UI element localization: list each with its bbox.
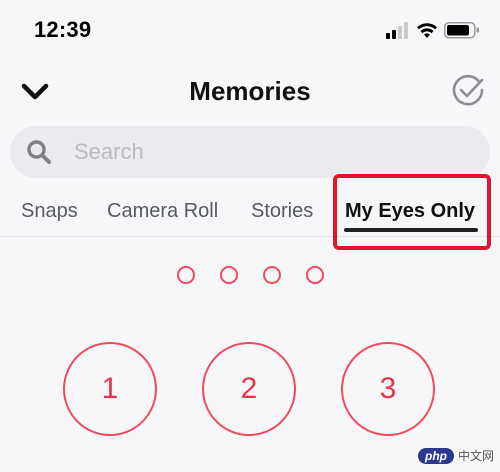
tab-snaps[interactable]: Snaps [21,200,78,223]
tab-my-eyes-only[interactable]: My Eyes Only [345,200,475,223]
passcode-dot [263,266,281,284]
wifi-icon [417,23,437,38]
watermark: php 中文网 [417,447,494,464]
check-circle-icon[interactable] [450,72,486,108]
status-bar: 12:39 [0,0,500,60]
status-time: 12:39 [34,17,92,42]
battery-icon [444,22,479,39]
passcode-dot [177,266,195,284]
search-icon [27,140,51,164]
tab-camera-roll[interactable]: Camera Roll [107,200,218,223]
status-icons [386,22,479,39]
tab-bar: Snaps Camera Roll Stories My Eyes Only [0,188,500,237]
search-input[interactable] [62,126,484,178]
page-title: Memories [189,76,311,106]
passcode-dot [220,266,238,284]
watermark-logo: php [417,447,454,464]
search-bar [10,126,490,178]
watermark-text: 中文网 [457,449,494,463]
passcode-dots [0,266,500,286]
cellular-signal-icon [386,22,408,39]
active-tab-indicator [344,228,478,232]
passcode-dot [306,266,324,284]
keypad-key-3[interactable]: 3 [341,342,435,436]
header: Memories [0,64,500,120]
keypad-key-2[interactable]: 2 [202,342,296,436]
tab-stories[interactable]: Stories [251,200,313,223]
keypad-key-1[interactable]: 1 [63,342,157,436]
